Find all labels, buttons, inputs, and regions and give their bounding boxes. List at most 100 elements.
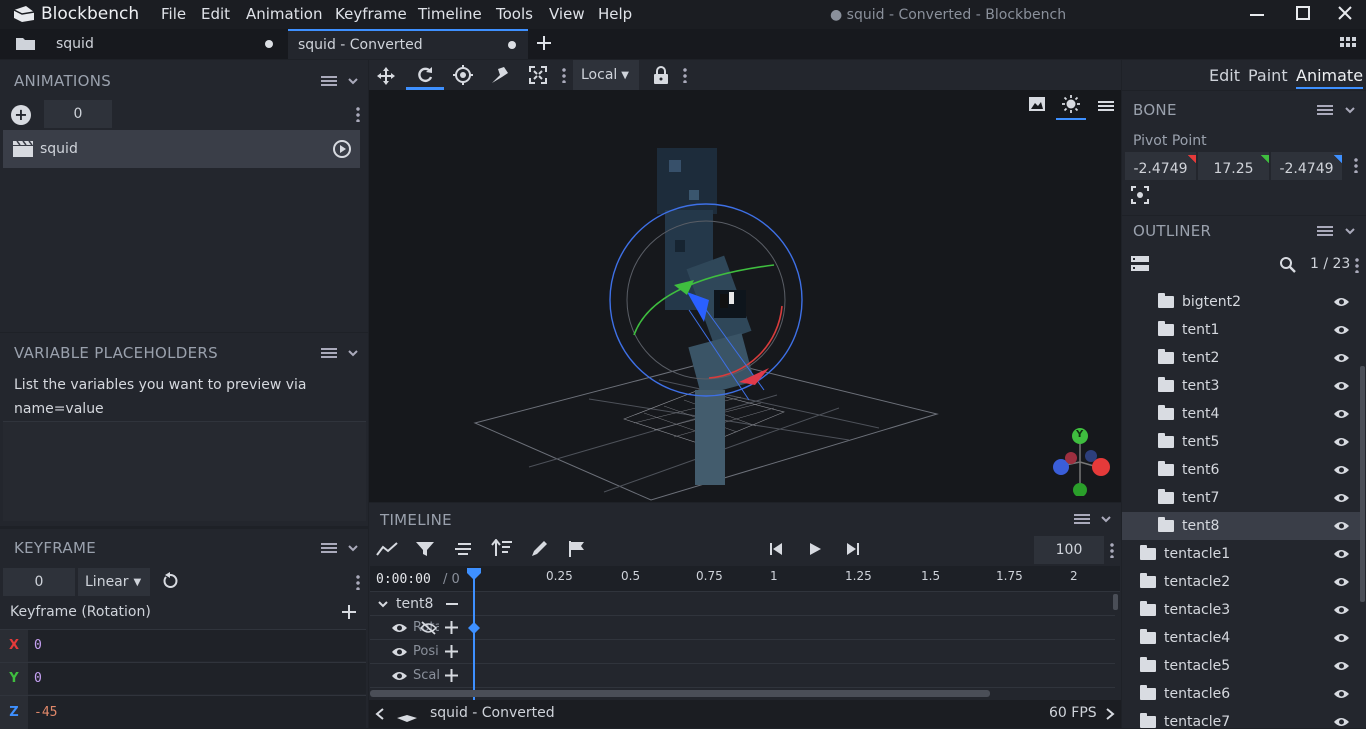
chevron-down-icon[interactable] bbox=[378, 599, 388, 609]
outliner-group-item[interactable]: tent4 bbox=[1122, 400, 1360, 428]
chevron-down-icon[interactable] bbox=[348, 348, 358, 358]
outliner-group-item[interactable]: tent1 bbox=[1122, 316, 1360, 344]
eye-icon[interactable] bbox=[1333, 408, 1350, 420]
add-keyframe-icon[interactable] bbox=[445, 669, 458, 682]
menu-edit[interactable]: Edit bbox=[201, 5, 230, 23]
chevron-down-icon[interactable] bbox=[1345, 226, 1355, 236]
visibility-toggle[interactable] bbox=[1333, 408, 1350, 420]
3d-viewport[interactable]: Y bbox=[369, 90, 1121, 502]
panel-menu-icon[interactable] bbox=[321, 76, 337, 86]
chevron-down-icon[interactable] bbox=[1345, 105, 1355, 115]
visibility-toggle[interactable] bbox=[1333, 492, 1350, 504]
visibility-toggle[interactable] bbox=[1333, 660, 1350, 672]
chevron-right-icon[interactable] bbox=[1105, 708, 1115, 720]
eye-icon[interactable] bbox=[391, 670, 408, 682]
eye-icon[interactable] bbox=[1333, 548, 1350, 560]
outliner-group-item[interactable]: tentacle5 bbox=[1122, 652, 1360, 680]
skip-back-icon[interactable] bbox=[769, 542, 783, 556]
pivot-tool-icon[interactable] bbox=[453, 65, 473, 85]
chevron-down-icon[interactable] bbox=[348, 543, 358, 553]
more-options-icon[interactable] bbox=[562, 67, 566, 83]
panel-menu-icon[interactable] bbox=[1317, 226, 1333, 236]
play-animation-icon[interactable] bbox=[332, 139, 352, 159]
chevron-left-icon[interactable] bbox=[375, 708, 385, 720]
outliner-group-item[interactable]: tent6 bbox=[1122, 456, 1360, 484]
pencil-icon[interactable] bbox=[530, 540, 548, 558]
lock-icon[interactable] bbox=[653, 66, 669, 84]
sort-icon[interactable] bbox=[491, 539, 513, 557]
search-icon[interactable] bbox=[1279, 256, 1296, 273]
play-icon[interactable] bbox=[808, 542, 822, 556]
visibility-toggle[interactable] bbox=[1333, 716, 1350, 728]
panel-menu-icon[interactable] bbox=[1074, 514, 1090, 524]
animation-item-squid[interactable]: squid bbox=[3, 130, 360, 168]
toggle-groups-icon[interactable] bbox=[1131, 256, 1149, 272]
playback-speed-input[interactable]: 100 bbox=[1034, 536, 1104, 564]
outliner-group-item[interactable]: tentacle3 bbox=[1122, 596, 1360, 624]
menu-file[interactable]: File bbox=[161, 5, 186, 23]
eye-icon[interactable] bbox=[1333, 324, 1350, 336]
timeline-channel-row[interactable]: Rotation bbox=[370, 616, 1115, 640]
menu-tools[interactable]: Tools bbox=[496, 5, 533, 23]
panel-menu-icon[interactable] bbox=[321, 543, 337, 553]
timeline-channel-row[interactable]: Scale bbox=[370, 664, 1115, 688]
eye-icon[interactable] bbox=[1333, 352, 1350, 364]
menu-keyframe[interactable]: Keyframe bbox=[335, 5, 407, 23]
marker-flag-icon[interactable] bbox=[568, 541, 586, 557]
rotate-tool-button[interactable] bbox=[406, 60, 444, 90]
visibility-toggle[interactable] bbox=[1333, 520, 1350, 532]
mode-edit[interactable]: Edit bbox=[1209, 66, 1240, 85]
visibility-toggle[interactable] bbox=[1333, 632, 1350, 644]
eye-icon[interactable] bbox=[391, 646, 408, 658]
outliner-group-item[interactable]: tentacle4 bbox=[1122, 624, 1360, 652]
chevron-down-icon[interactable] bbox=[1101, 514, 1111, 524]
visibility-toggle[interactable] bbox=[1333, 548, 1350, 560]
visibility-toggle[interactable] bbox=[1333, 380, 1350, 392]
outliner-group-item[interactable]: tentacle6 bbox=[1122, 680, 1360, 708]
move-tool-icon[interactable] bbox=[376, 66, 396, 86]
variables-textarea[interactable] bbox=[3, 421, 366, 521]
visibility-toggle[interactable] bbox=[1333, 352, 1350, 364]
y-value-input[interactable]: 0 bbox=[34, 671, 42, 686]
eye-icon[interactable] bbox=[1333, 716, 1350, 728]
more-options-icon[interactable] bbox=[1354, 157, 1358, 173]
more-options-icon[interactable] bbox=[1355, 257, 1359, 273]
more-options-icon[interactable] bbox=[356, 106, 360, 122]
more-options-icon[interactable] bbox=[356, 574, 360, 590]
outliner-group-item[interactable]: tentacle7 bbox=[1122, 708, 1360, 728]
eye-icon[interactable] bbox=[1333, 632, 1350, 644]
menu-animation[interactable]: Animation bbox=[246, 5, 322, 23]
pivot-y-input[interactable]: 17.25 bbox=[1198, 152, 1269, 180]
fullscreen-icon[interactable] bbox=[529, 66, 547, 84]
pivot-z-input[interactable]: -2.4749 bbox=[1271, 152, 1342, 180]
eye-icon[interactable] bbox=[1333, 492, 1350, 504]
outliner-group-item[interactable]: tent8 bbox=[1122, 512, 1360, 540]
eye-icon[interactable] bbox=[1333, 296, 1350, 308]
open-folder-icon[interactable] bbox=[15, 35, 37, 52]
eye-icon[interactable] bbox=[1333, 604, 1350, 616]
panel-menu-icon[interactable] bbox=[1317, 105, 1333, 115]
more-options-icon[interactable] bbox=[1110, 542, 1114, 558]
viewport-menu-icon[interactable] bbox=[1098, 101, 1114, 111]
timeline-bone-row[interactable]: tent8 bbox=[370, 592, 1115, 616]
eye-icon[interactable] bbox=[1333, 380, 1350, 392]
eye-icon[interactable] bbox=[1333, 436, 1350, 448]
outliner-group-item[interactable]: bigtent2 bbox=[1122, 288, 1360, 316]
close-icon[interactable] bbox=[1337, 5, 1353, 21]
visibility-toggle[interactable] bbox=[1333, 296, 1350, 308]
menu-view[interactable]: View bbox=[549, 5, 585, 23]
visibility-toggle[interactable] bbox=[1333, 436, 1350, 448]
grid-layout-icon[interactable] bbox=[1340, 37, 1356, 51]
eye-icon[interactable] bbox=[1333, 520, 1350, 532]
menu-help[interactable]: Help bbox=[598, 5, 632, 23]
align-icon[interactable] bbox=[454, 542, 472, 556]
add-datapoint-icon[interactable] bbox=[342, 605, 356, 619]
outliner-scrollbar[interactable] bbox=[1360, 366, 1365, 602]
more-options-icon[interactable] bbox=[683, 67, 687, 83]
x-value-input[interactable]: 0 bbox=[34, 638, 42, 653]
reset-icon[interactable] bbox=[161, 572, 179, 590]
tab-squid-converted[interactable]: squid - Converted bbox=[288, 29, 528, 59]
playhead-handle[interactable] bbox=[466, 567, 482, 581]
timeline-channel-row[interactable]: Position bbox=[370, 640, 1115, 664]
mode-animate[interactable]: Animate bbox=[1296, 66, 1364, 89]
